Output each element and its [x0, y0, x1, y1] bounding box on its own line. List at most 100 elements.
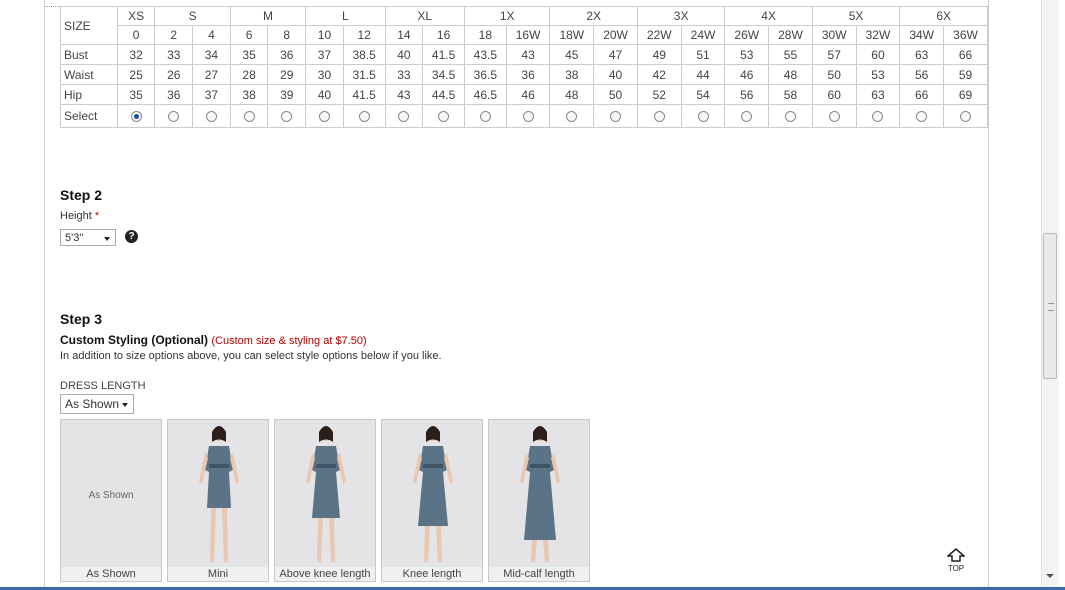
- size-radio-cell: [192, 104, 231, 128]
- size-radio-20W[interactable]: [610, 111, 622, 123]
- length-option-knee[interactable]: Knee length: [381, 419, 483, 582]
- size-radio-26W[interactable]: [741, 111, 753, 123]
- size-column-header: 36W: [943, 25, 988, 45]
- size-radio-24W[interactable]: [697, 111, 709, 123]
- size-group-header: S: [154, 6, 231, 26]
- height-select[interactable]: 5'3": [60, 229, 116, 246]
- chevron-down-icon: [122, 403, 128, 407]
- chevron-down-icon: [104, 237, 110, 241]
- size-radio-cell: [154, 104, 194, 128]
- step2-title: Step 2: [60, 187, 103, 203]
- size-column-header: 6: [229, 25, 269, 45]
- size-radio-32W[interactable]: [872, 111, 884, 123]
- measurement-cell: 51: [680, 44, 726, 65]
- measurement-cell: 52: [636, 84, 682, 105]
- measurement-cell: 60: [811, 84, 857, 105]
- size-radio-16[interactable]: [438, 111, 450, 123]
- size-group-header: XS: [116, 6, 156, 26]
- product-options-panel: SIZE XS S M L XL 1X 2X 3X 4X 5X 6X 0 2 4 6 8 10 12 14 16 18 16…: [44, 0, 989, 590]
- size-radio-cell: [768, 104, 813, 128]
- size-radio-cell: [811, 104, 857, 128]
- measurement-cell: 36: [267, 44, 307, 65]
- grip-icon: [1048, 303, 1054, 311]
- measurement-cell: 45: [549, 44, 595, 65]
- measurement-cell: 47: [593, 44, 638, 65]
- custom-styling-heading: Custom Styling (Optional) (Custom size &…: [60, 333, 367, 347]
- length-option-caption: Above knee length: [275, 567, 375, 581]
- size-radio-22W[interactable]: [653, 111, 665, 123]
- size-column-header: 32W: [855, 25, 901, 45]
- size-radio-10[interactable]: [318, 111, 330, 123]
- measurement-cell: 46: [724, 64, 770, 85]
- back-to-top-button[interactable]: TOP: [945, 548, 967, 573]
- length-option-mid-calf[interactable]: Mid-calf length: [488, 419, 590, 582]
- measurement-cell: 44.5: [422, 84, 465, 105]
- size-radio-cell: [463, 104, 507, 128]
- measurement-cell: 66: [899, 84, 945, 105]
- dress-length-select[interactable]: As Shown: [60, 394, 134, 414]
- size-column-header: 4: [192, 25, 231, 45]
- measurement-cell: 31.5: [342, 64, 386, 85]
- measurement-cell: 55: [768, 44, 813, 65]
- size-radio-18W[interactable]: [566, 111, 578, 123]
- size-group-header: 1X: [463, 6, 551, 26]
- measurement-cell: 63: [855, 84, 901, 105]
- size-group-header: XL: [384, 6, 465, 26]
- up-arrow-house-icon: [946, 548, 966, 562]
- length-option-as-shown[interactable]: As Shown As Shown: [60, 419, 162, 582]
- measurement-cell: 33: [384, 64, 424, 85]
- size-radio-28W[interactable]: [784, 111, 796, 123]
- dress-length-value: As Shown: [65, 397, 120, 411]
- size-header-label: SIZE: [60, 6, 118, 45]
- required-mark: *: [94, 210, 100, 222]
- measurement-row: Bust 32 33 34 35 36 37 38.5 40 41.5 43.5 43 45 47 49 51…: [60, 44, 988, 65]
- size-radio-4[interactable]: [205, 111, 217, 123]
- measurement-cell: 37: [305, 44, 344, 65]
- size-column-header: 16: [422, 25, 465, 45]
- scroll-down-arrow-icon[interactable]: [1046, 574, 1054, 578]
- size-radio-34W[interactable]: [916, 111, 928, 123]
- measurement-cell: 35: [229, 44, 269, 65]
- size-group-header: 5X: [811, 6, 901, 26]
- as-shown-placeholder: As Shown: [88, 490, 134, 501]
- custom-styling-price: (Custom size & styling at $7.50): [211, 335, 367, 347]
- size-radio-0[interactable]: [130, 111, 142, 123]
- size-radio-18[interactable]: [479, 111, 491, 123]
- size-radio-36W[interactable]: [960, 111, 972, 123]
- measurement-cell: 34: [192, 44, 231, 65]
- step3-title: Step 3: [60, 311, 103, 327]
- height-select-value: 5'3": [65, 232, 84, 244]
- measurement-cell: 43: [384, 84, 424, 105]
- size-radio-cell: [724, 104, 770, 128]
- measurement-label: Hip: [60, 84, 118, 105]
- measurement-cell: 43: [505, 44, 551, 65]
- measurement-cell: 38.5: [342, 44, 386, 65]
- size-radio-6[interactable]: [243, 111, 255, 123]
- knee-dress-image: [413, 426, 453, 562]
- vertical-scrollbar[interactable]: [1041, 0, 1059, 590]
- measurement-cell: 29: [267, 64, 307, 85]
- measurement-cell: 46: [505, 84, 551, 105]
- custom-styling-description: In addition to size options above, you c…: [60, 350, 442, 362]
- size-radio-cell: [229, 104, 269, 128]
- length-option-above-knee[interactable]: Above knee length: [274, 419, 376, 582]
- size-select-row: Select: [60, 104, 988, 128]
- length-option-caption: Mid-calf length: [489, 567, 589, 581]
- size-radio-8[interactable]: [281, 111, 293, 123]
- scrollbar-thumb[interactable]: [1043, 233, 1057, 379]
- size-radio-14[interactable]: [398, 111, 410, 123]
- mini-dress-image: [199, 426, 239, 562]
- measurement-cell: 69: [943, 84, 988, 105]
- size-radio-30W[interactable]: [828, 111, 840, 123]
- measurement-cell: 36: [154, 84, 194, 105]
- question-circle-icon[interactable]: ?: [125, 230, 138, 243]
- size-radio-12[interactable]: [358, 111, 370, 123]
- measurement-cell: 66: [943, 44, 988, 65]
- size-group-header: 3X: [636, 6, 726, 26]
- length-option-mini[interactable]: Mini: [167, 419, 269, 582]
- size-radio-16W[interactable]: [522, 111, 534, 123]
- size-column-header: 28W: [768, 25, 813, 45]
- size-radio-2[interactable]: [168, 111, 180, 123]
- measurement-cell: 36.5: [463, 64, 507, 85]
- measurement-label: Waist: [60, 64, 118, 85]
